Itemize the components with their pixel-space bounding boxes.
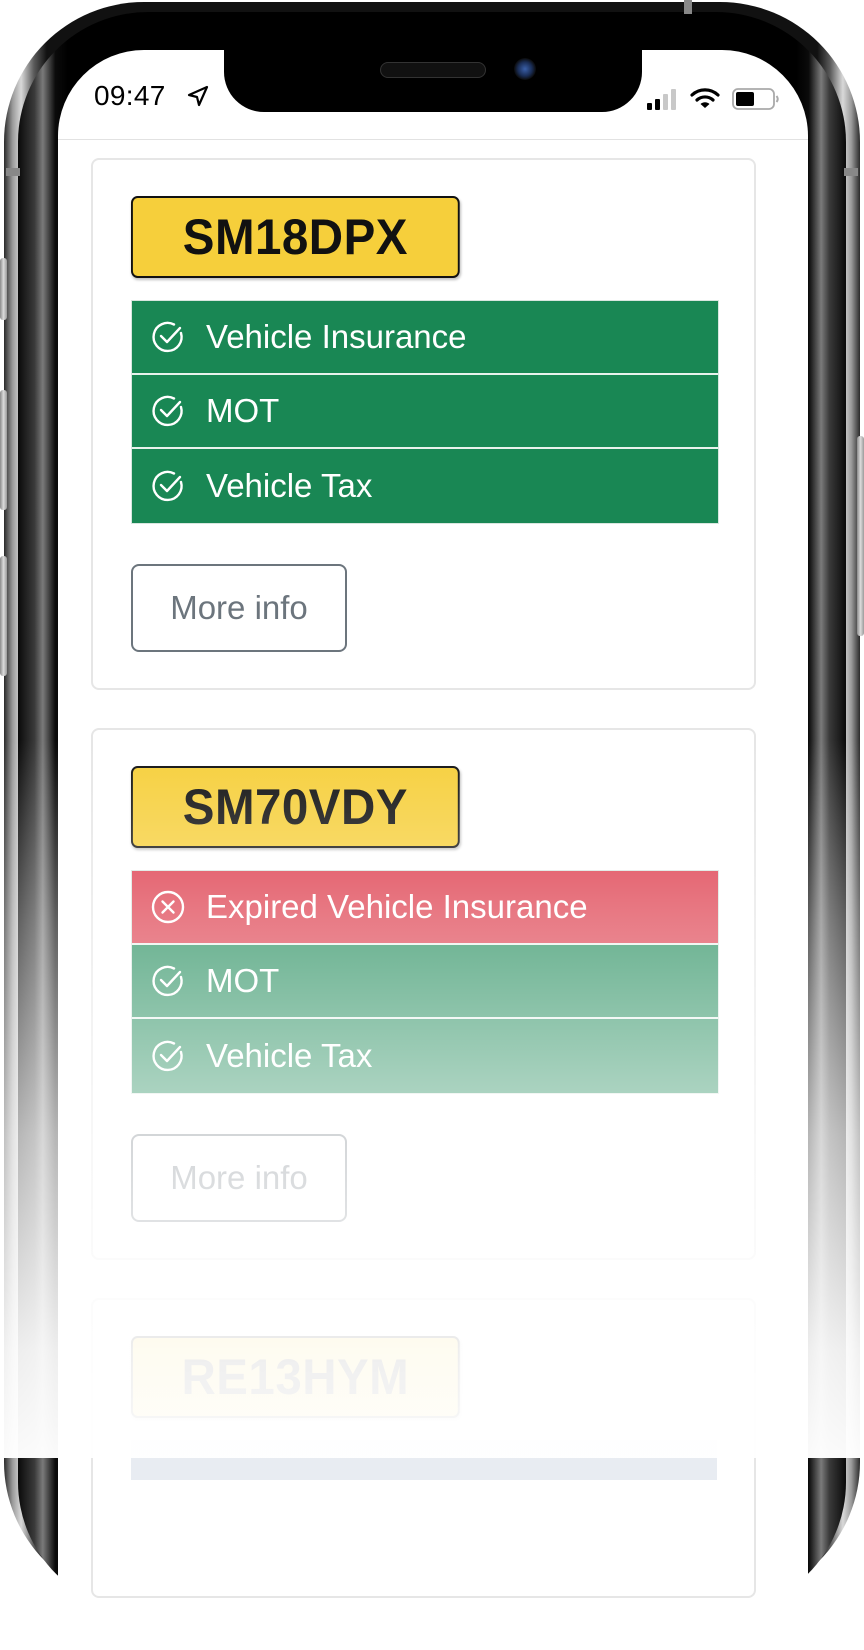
check-circle-icon [152,321,183,353]
header-divider [58,139,808,140]
notch [224,50,642,112]
vehicle-list: SM18DPX Vehicle Insurance MOT Vehicle Ta… [91,158,756,1636]
check-circle-icon [152,395,183,427]
phone-screen: 09:47 SM18DPX Vehicle Insurance MOT Vehi… [58,50,808,1650]
earpiece-speaker [380,62,486,78]
wifi-icon [690,88,720,108]
registration-plate: RE13HYM [131,1336,460,1418]
status-row-insurance: Expired Vehicle Insurance [132,871,718,945]
location-arrow-icon [187,85,209,107]
vehicle-card: SM18DPX Vehicle Insurance MOT Vehicle Ta… [91,158,756,690]
status-label: MOT [206,392,280,429]
status-list: Expired Vehicle Insurance MOT Vehicle Ta… [131,870,719,1094]
volume-down-button [0,556,7,676]
registration-plate: SM70VDY [131,766,460,848]
cellular-signal-icon [647,89,676,110]
front-camera [514,58,536,80]
status-label: Expired Vehicle Insurance [206,888,588,925]
vehicle-card: RE13HYM [91,1298,756,1598]
check-circle-icon [152,470,183,502]
more-info-button[interactable]: More info [131,1134,347,1222]
antenna-band [844,168,858,176]
status-time: 09:47 [94,80,166,111]
status-label: Vehicle Tax [206,1037,373,1074]
mute-switch [0,258,7,320]
check-circle-icon [152,965,183,997]
status-row-mot: MOT [132,375,718,449]
status-row-tax: Vehicle Tax [132,449,718,523]
status-row-insurance: Vehicle Insurance [132,301,718,375]
status-row-tax: Vehicle Tax [132,1019,718,1093]
power-button [857,436,864,636]
more-info-button[interactable]: More info [131,564,347,652]
x-circle-icon [151,890,185,924]
battery-icon [732,88,779,110]
status-label: MOT [206,962,280,999]
volume-up-button [0,390,7,510]
status-list: Vehicle Insurance MOT Vehicle Tax [131,300,719,524]
registration-plate: SM18DPX [131,196,460,278]
status-label: Vehicle Insurance [206,318,467,355]
status-row-mot: MOT [132,945,718,1019]
antenna-band [684,0,692,14]
status-label: Vehicle Tax [206,467,373,504]
check-circle-icon [152,1040,183,1072]
vehicle-card: SM70VDY Expired Vehicle Insurance MOT Ve… [91,728,756,1260]
antenna-band [6,168,20,176]
status-list [131,1440,717,1480]
